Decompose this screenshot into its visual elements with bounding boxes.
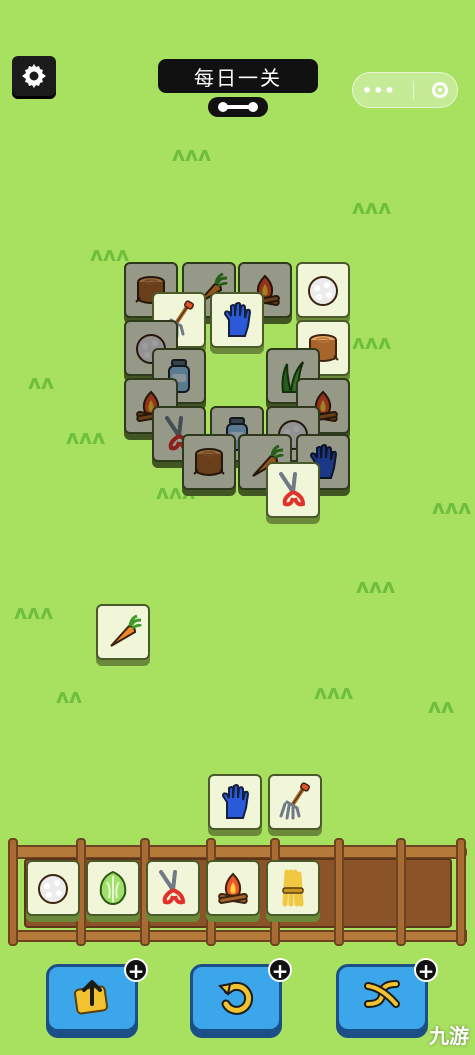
grass-decoration: ʌʌʌ [66, 425, 106, 449]
plus-icon[interactable]: + [414, 958, 438, 982]
tray-slot [146, 860, 200, 916]
cabbage-icon [93, 868, 133, 908]
grass-decoration: ʌʌʌ [172, 142, 212, 166]
campfire-icon [213, 868, 253, 908]
move-out-icon [70, 974, 114, 1022]
glove-icon [215, 782, 255, 822]
rice-ball-icon [33, 868, 73, 908]
close-target-icon[interactable] [432, 82, 449, 98]
grass-decoration: ʌʌ [428, 694, 455, 718]
tile[interactable] [296, 262, 350, 318]
carrot-icon [103, 612, 143, 652]
tray-slot [26, 860, 80, 916]
tray-slot [206, 860, 260, 916]
plus-icon[interactable]: + [124, 958, 148, 982]
gear-icon [22, 64, 46, 88]
tile[interactable] [210, 292, 264, 348]
undo-icon [214, 974, 258, 1022]
page-title: 每日一关 [158, 59, 318, 93]
link-icon [208, 97, 268, 117]
fence-post [334, 838, 344, 946]
tile[interactable] [266, 462, 320, 518]
tile[interactable] [208, 774, 262, 830]
grass-decoration: ʌʌʌ [356, 574, 396, 598]
glove-icon [217, 300, 257, 340]
grass-decoration: ʌʌ [56, 684, 83, 708]
grass-decoration: ʌʌʌ [14, 600, 54, 624]
more-icon[interactable]: ••• [362, 81, 396, 100]
settings-button[interactable] [12, 56, 56, 96]
tile[interactable] [96, 604, 150, 660]
plus-icon[interactable]: + [268, 958, 292, 982]
grass-decoration: ʌʌ [28, 370, 55, 394]
pitchfork-icon [275, 782, 315, 822]
grass-decoration: ʌʌʌ [432, 495, 472, 519]
tile[interactable] [268, 774, 322, 830]
shuffle-icon [360, 974, 404, 1022]
tray-slot [86, 860, 140, 916]
shears-icon [153, 868, 193, 908]
tray-slot [266, 860, 320, 916]
grass-decoration: ʌʌʌ [352, 330, 392, 354]
stump-icon [189, 442, 229, 482]
grass-decoration: ʌʌʌ [314, 680, 354, 704]
rice-ball-icon [303, 270, 343, 310]
capsule-divider [413, 81, 415, 99]
grass-decoration: ʌʌʌ [352, 195, 392, 219]
tile [182, 434, 236, 490]
shears-icon [273, 470, 313, 510]
grass-decoration: ʌʌʌ [90, 242, 130, 266]
fence-post [456, 838, 466, 946]
wheat-icon [273, 868, 313, 908]
mini-program-capsule: ••• [352, 72, 458, 108]
fence-post [396, 838, 406, 946]
fence-post [8, 838, 18, 946]
watermark: 九游 [429, 1024, 469, 1048]
